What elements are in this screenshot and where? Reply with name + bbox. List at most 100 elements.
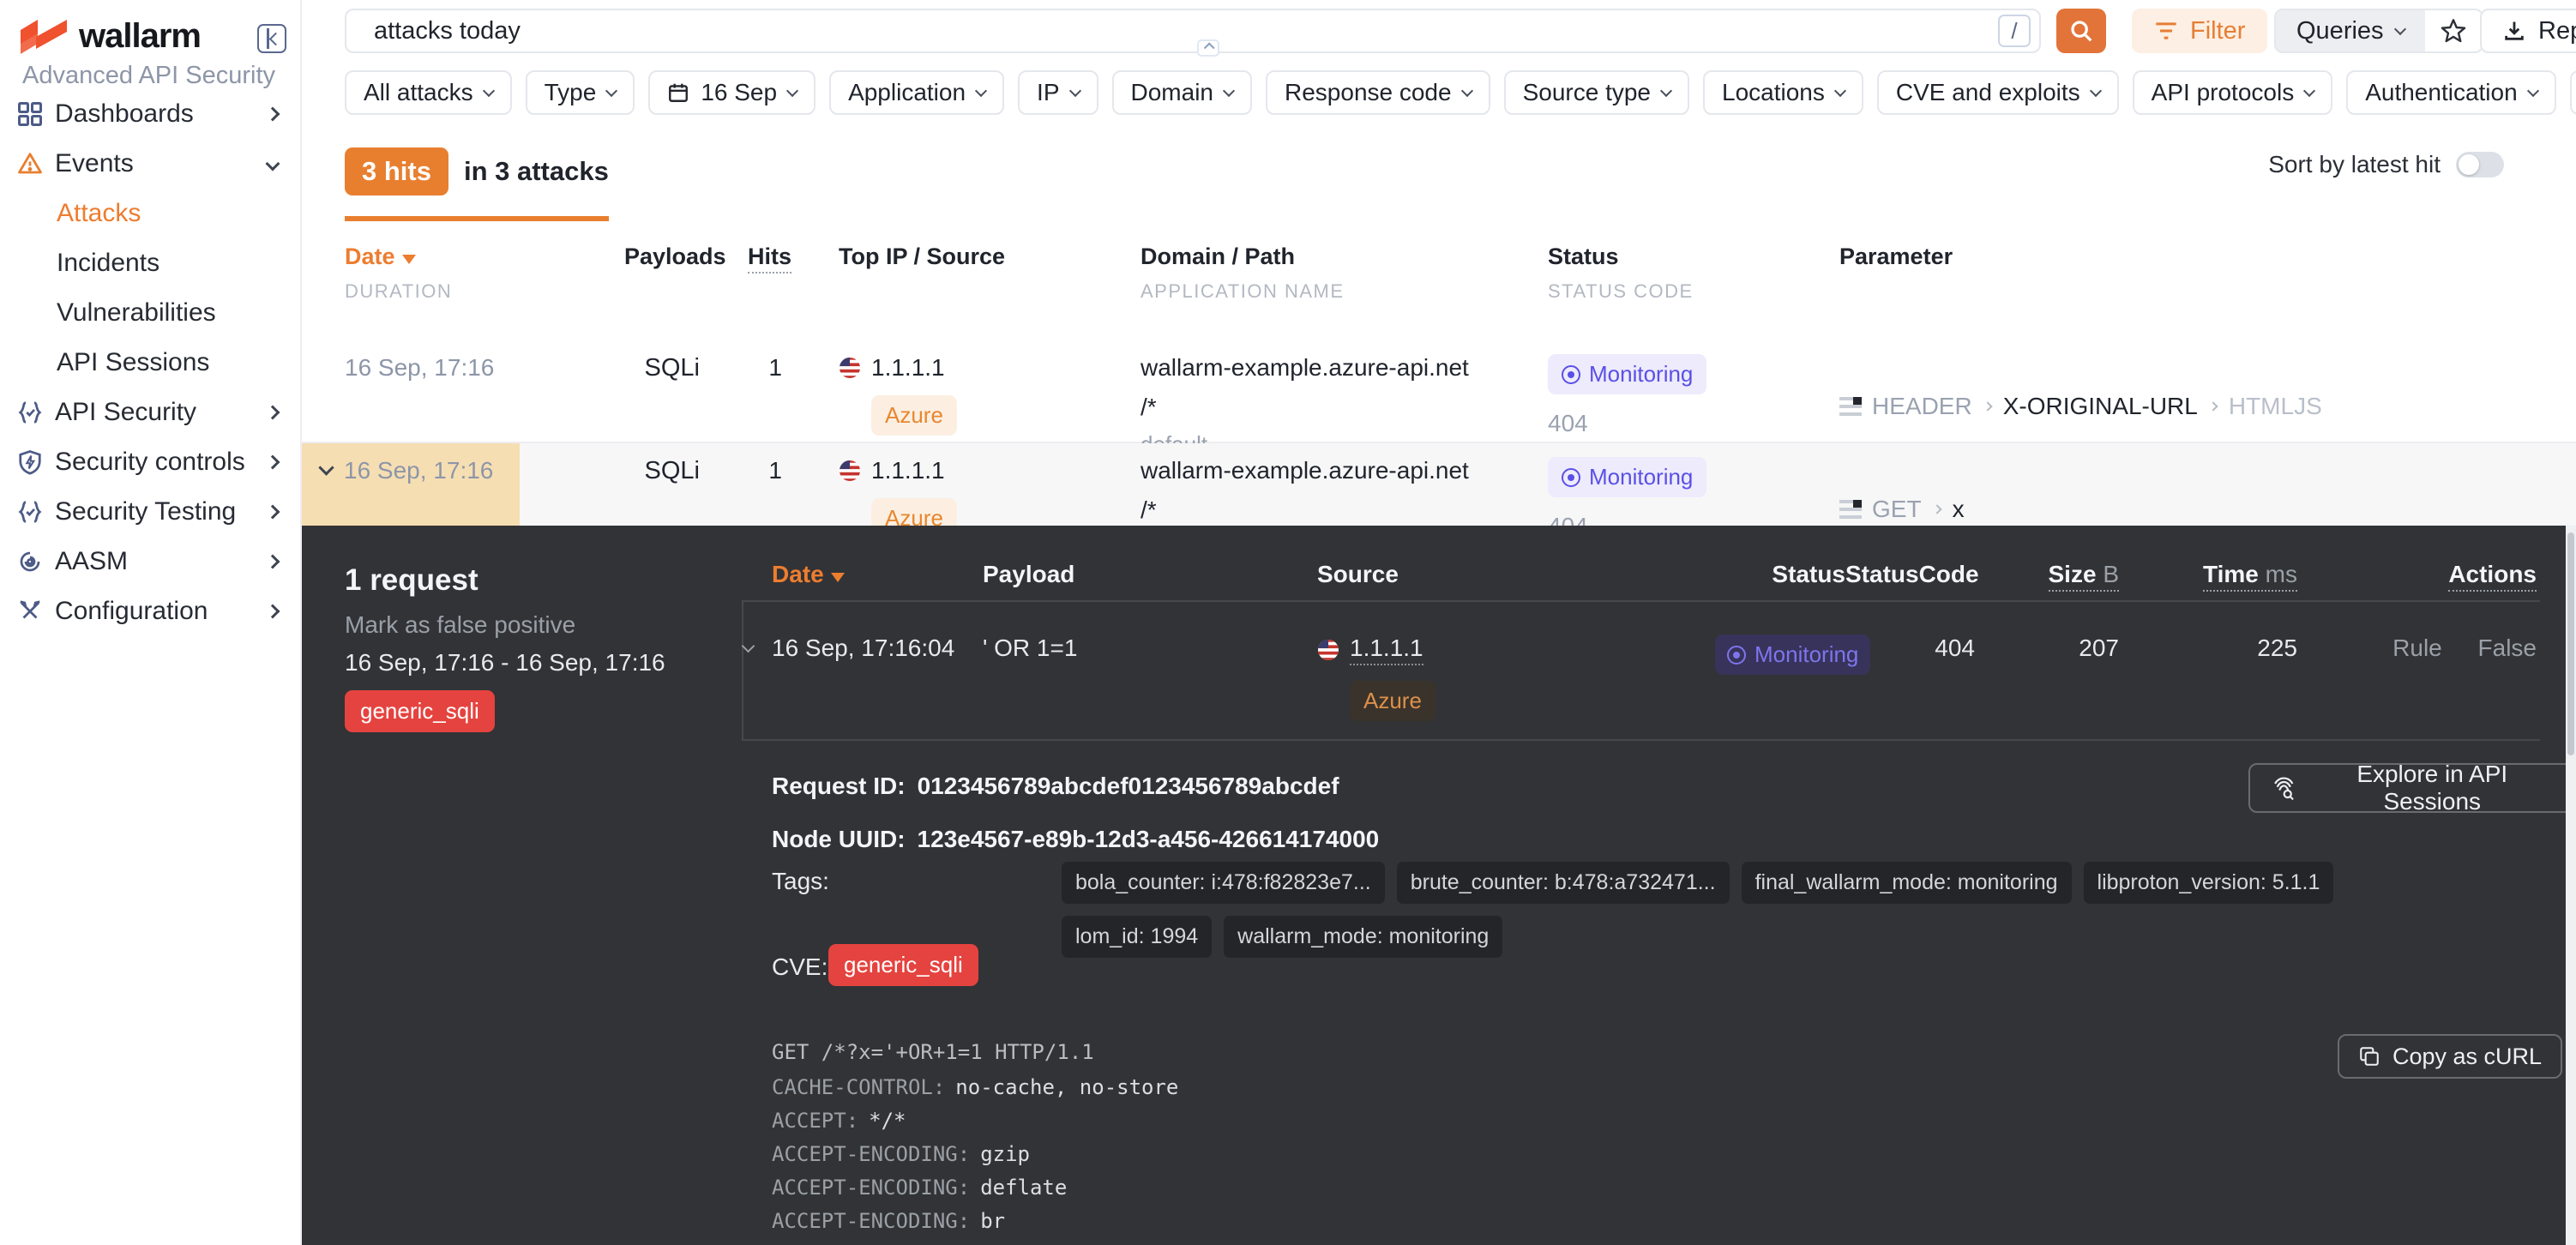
attack-type-badge[interactable]: generic_sqli (345, 690, 495, 732)
favorite-star-button[interactable] (2425, 10, 2482, 51)
action-false-link[interactable]: False (2478, 635, 2537, 661)
column-header-date[interactable]: Date (345, 244, 416, 269)
requests-table: Date Payload Source Status StatusCode Si… (742, 526, 2540, 741)
source-badge-azure[interactable]: Azure (871, 395, 957, 436)
chevron-down-icon (2303, 85, 2315, 97)
filter-chip-compare-to[interactable]: Compare to... (2570, 70, 2576, 115)
queries-button[interactable]: Queries (2276, 10, 2425, 51)
attack-ip[interactable]: 1.1.1.1 (871, 457, 945, 484)
tag-chip[interactable]: libproton_version: 5.1.1 (2084, 862, 2334, 904)
filter-chip-authentication[interactable]: Authentication (2346, 70, 2555, 115)
explore-api-sessions-button[interactable]: Explore in API Sessions (2248, 763, 2576, 813)
column-header-payload[interactable]: Payload (983, 561, 1074, 587)
topbar: / Filter Queries Report (302, 0, 2576, 69)
filter-chip-api-protocols[interactable]: API protocols (2133, 70, 2333, 115)
filter-chip-date[interactable]: 16 Sep (648, 70, 816, 115)
sidebar-item-events[interactable]: Events (0, 139, 300, 189)
request-row[interactable]: 16 Sep, 17:16:04 ' OR 1=1 1.1.1.1 Azure … (742, 602, 2540, 741)
column-header-top-ip[interactable]: Top IP / Source (839, 244, 1005, 269)
tag-chip[interactable]: brute_counter: b:478:a732471... (1397, 862, 1730, 904)
sort-toggle[interactable] (2456, 152, 2504, 177)
search-collapse-handle[interactable] (1197, 39, 1219, 57)
sidebar-item-configuration[interactable]: Configuration (0, 586, 300, 636)
search-field[interactable]: / (345, 9, 2041, 53)
sort-desc-icon (402, 255, 416, 264)
filter-chip-cve[interactable]: CVE and exploits (1877, 70, 2119, 115)
column-header-hits[interactable]: Hits (748, 244, 791, 274)
chevron-down-icon (605, 85, 617, 97)
column-header-parameter[interactable]: Parameter (1839, 244, 1953, 269)
column-header-size[interactable]: Size B (2049, 561, 2120, 592)
action-rule-link[interactable]: Rule (2392, 635, 2442, 661)
attacks-table-header: Date DURATION Payloads Hits Top IP / Sou… (302, 238, 2576, 303)
column-header-status[interactable]: Status (1548, 244, 1619, 269)
sidebar-item-api-sessions[interactable]: API Sessions (0, 338, 300, 388)
chevron-down-icon (786, 85, 798, 97)
attack-hits: 1 (748, 354, 839, 458)
cve-badge[interactable]: generic_sqli (828, 944, 978, 986)
column-header-date[interactable]: Date (772, 561, 845, 587)
chevron-down-icon (1660, 85, 1672, 97)
chevron-down-icon[interactable] (742, 640, 755, 653)
chip-label: Authentication (2365, 79, 2517, 106)
sidebar-item-security-controls[interactable]: Security controls (0, 437, 300, 487)
scrollbar-thumb[interactable] (2567, 532, 2574, 755)
filter-chip-application[interactable]: Application (829, 70, 1004, 115)
column-header-status[interactable]: Status (1772, 561, 1845, 587)
hits-tab[interactable]: 3 hits in 3 attacks (345, 147, 609, 221)
tag-chip[interactable]: final_wallarm_mode: monitoring (1742, 862, 2072, 904)
attack-payload: SQLi (624, 354, 748, 458)
sidebar-item-incidents[interactable]: Incidents (0, 238, 300, 288)
wallarm-console: wallarm Advanced API Security Dashboards… (0, 0, 2576, 1245)
request-ip[interactable]: 1.1.1.1 (1350, 635, 1423, 665)
tag-chip[interactable]: wallarm_mode: monitoring (1224, 916, 1502, 958)
attack-ip[interactable]: 1.1.1.1 (871, 354, 945, 382)
sidebar-item-aasm[interactable]: AASM (0, 537, 300, 586)
report-button[interactable]: Report (2480, 9, 2576, 53)
wallarm-logo[interactable]: wallarm (21, 17, 201, 56)
mark-false-positive-link[interactable]: Mark as false positive (345, 611, 575, 639)
column-header-source[interactable]: Source (1317, 561, 1399, 587)
search-input[interactable] (346, 17, 1998, 45)
sidebar-item-dashboards[interactable]: Dashboards (0, 89, 300, 139)
http-header-line: ACCEPT-ENCODING:zstd (772, 1242, 1178, 1245)
sidebar-item-attacks[interactable]: Attacks (0, 189, 300, 238)
column-header-time[interactable]: Time ms (2203, 561, 2297, 592)
filter-chip-ip[interactable]: IP (1018, 70, 1098, 115)
queries-label: Queries (2296, 17, 2384, 45)
tag-chip[interactable]: bola_counter: i:478:f82823e7... (1062, 862, 1385, 904)
column-header-status-code[interactable]: StatusCode (1845, 561, 1979, 587)
sidebar-collapse-icon[interactable] (257, 24, 286, 53)
download-icon (2502, 19, 2526, 43)
filter-chip-domain[interactable]: Domain (1112, 70, 1252, 115)
sidebar-item-api-security[interactable]: API Security (0, 388, 300, 437)
filter-button[interactable]: Filter (2132, 9, 2267, 53)
column-subheader-application: APPLICATION NAME (1141, 280, 1548, 303)
attack-row[interactable]: 16 Sep, 17:16 SQLi 1 1.1.1.1 Azure walla… (302, 340, 2576, 443)
column-header-domain[interactable]: Domain / Path (1141, 244, 1295, 269)
request-id-value: 0123456789abcdef0123456789abcdef (918, 773, 1339, 799)
search-button[interactable] (2056, 9, 2106, 53)
attack-date: 16 Sep, 17:16 (345, 354, 494, 382)
chevron-right-icon (2208, 401, 2218, 411)
eye-icon (1562, 365, 1580, 384)
column-header-actions[interactable]: Actions (2448, 561, 2537, 592)
chevron-down-icon[interactable] (318, 460, 334, 475)
filter-chip-source-type[interactable]: Source type (1504, 70, 1689, 115)
tag-chip[interactable]: lom_id: 1994 (1062, 916, 1212, 958)
filter-chip-all-attacks[interactable]: All attacks (345, 70, 512, 115)
filter-chip-type[interactable]: Type (526, 70, 635, 115)
column-header-payloads[interactable]: Payloads (624, 244, 726, 269)
status-badge-monitoring[interactable]: Monitoring (1548, 457, 1706, 497)
source-badge-azure[interactable]: Azure (1350, 681, 1435, 721)
chip-label: IP (1037, 79, 1059, 106)
sidebar-item-label: Attacks (57, 199, 141, 228)
filter-chip-locations[interactable]: Locations (1703, 70, 1863, 115)
chip-label: Domain (1131, 79, 1213, 106)
status-badge-monitoring[interactable]: Monitoring (1548, 354, 1706, 394)
scrollbar[interactable] (2566, 526, 2576, 1245)
copy-as-curl-button[interactable]: Copy as cURL (2338, 1034, 2562, 1079)
sidebar-item-vulnerabilities[interactable]: Vulnerabilities (0, 288, 300, 338)
filter-chip-response-code[interactable]: Response code (1266, 70, 1490, 115)
sidebar-item-security-testing[interactable]: Security Testing (0, 487, 300, 537)
